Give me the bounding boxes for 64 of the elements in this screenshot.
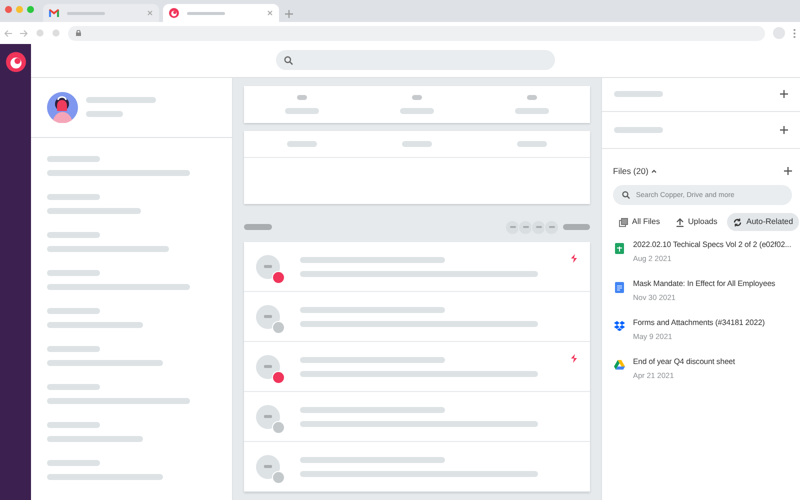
avatar-drawing xyxy=(47,92,78,123)
files-icon xyxy=(619,218,628,227)
placeholder-bar xyxy=(244,224,272,230)
placeholder-bar xyxy=(563,224,590,230)
placeholder-bar xyxy=(47,270,100,276)
placeholder-bar xyxy=(515,108,550,114)
participant-avatar xyxy=(505,220,520,234)
document-icon xyxy=(615,282,624,294)
placeholder-bar xyxy=(47,308,100,314)
placeholder-bar xyxy=(47,422,100,428)
placeholder-bar xyxy=(402,141,432,148)
caret-icon[interactable] xyxy=(651,169,658,174)
lightning-icon xyxy=(570,354,578,363)
browser-tab[interactable] xyxy=(43,4,159,22)
drive-icon xyxy=(614,360,625,370)
lock-icon xyxy=(76,30,81,36)
placeholder-bar xyxy=(187,12,225,14)
home-icon[interactable] xyxy=(52,29,60,37)
sync-icon xyxy=(733,218,742,227)
filter-tab[interactable]: All Files xyxy=(613,213,666,232)
placeholder-bar xyxy=(286,141,317,148)
placeholder-bar xyxy=(86,97,156,104)
mail-icon xyxy=(49,9,59,17)
lightning-icon xyxy=(570,254,578,263)
search-icon xyxy=(284,56,293,65)
placeholder-bar xyxy=(47,156,100,162)
participant-avatar xyxy=(518,220,533,234)
upload-icon xyxy=(676,218,684,227)
placeholder-bar xyxy=(67,12,105,14)
reload-icon[interactable] xyxy=(36,29,44,37)
forward-icon[interactable] xyxy=(20,30,28,36)
plus-icon[interactable] xyxy=(780,126,788,134)
close-icon[interactable] xyxy=(267,10,273,16)
filter-tab[interactable]: Auto-Related xyxy=(727,213,800,232)
profile-icon[interactable] xyxy=(773,27,785,39)
participant-avatar xyxy=(531,220,546,234)
browser-tab[interactable] xyxy=(163,4,279,22)
placeholder-bar xyxy=(527,94,538,100)
plus-icon[interactable] xyxy=(780,90,788,98)
dropbox-icon xyxy=(614,321,625,332)
placeholder-bar xyxy=(47,384,100,390)
logo-icon xyxy=(6,52,26,72)
logo-icon xyxy=(169,8,179,18)
placeholder-bar xyxy=(47,346,100,352)
search-field[interactable] xyxy=(276,50,555,70)
files-title[interactable]: Files (20) xyxy=(613,164,648,178)
placeholder-bar xyxy=(517,141,548,148)
back-icon[interactable] xyxy=(4,30,12,36)
placeholder-bar xyxy=(400,108,434,114)
plus-icon[interactable] xyxy=(784,167,792,176)
spreadsheet-icon xyxy=(615,243,624,254)
placeholder-bar xyxy=(47,232,100,238)
close-icon[interactable] xyxy=(147,10,153,16)
placeholder-bar xyxy=(614,126,663,133)
participant-avatar xyxy=(544,220,559,234)
placeholder-bar xyxy=(296,94,307,100)
placeholder-bar xyxy=(47,194,100,200)
placeholder-bar xyxy=(86,111,123,118)
placeholder-bar xyxy=(614,91,663,98)
filter-tab[interactable]: Uploads xyxy=(670,213,724,232)
placeholder-bar xyxy=(284,108,319,114)
placeholder-bar xyxy=(47,460,100,466)
placeholder-bar xyxy=(412,94,422,100)
menu-icon[interactable] xyxy=(793,28,796,38)
